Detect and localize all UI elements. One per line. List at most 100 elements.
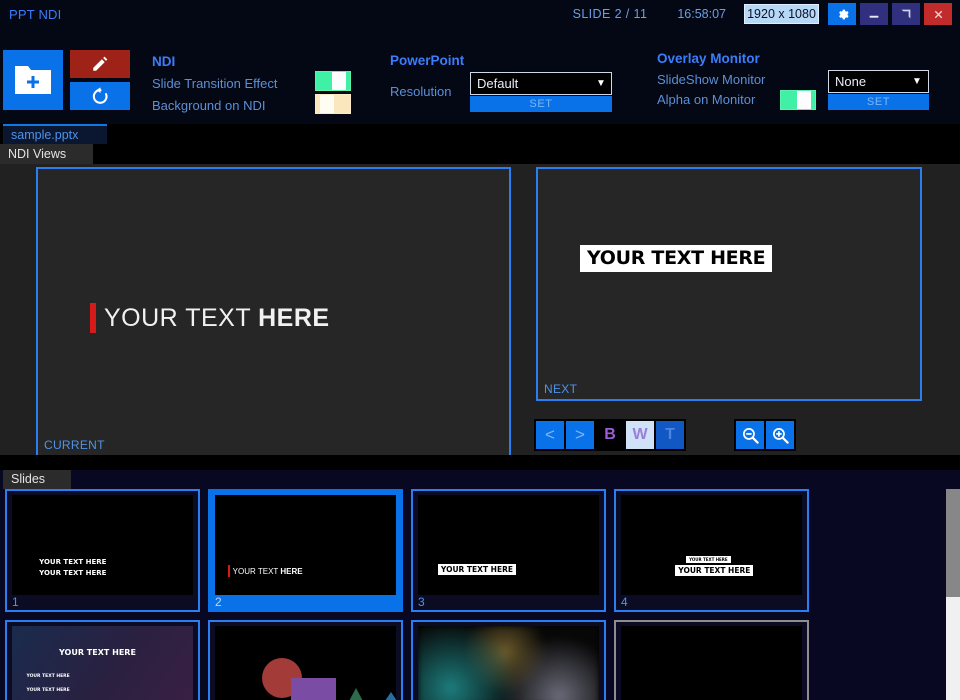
clock: 16:58:07 [677,7,726,21]
main-toolbar: NDI Slide Transition Effect Background o… [0,28,960,124]
reload-button[interactable] [70,82,130,110]
resolution-input[interactable]: 1920 x 1080 [744,4,819,24]
slideshow-monitor-select[interactable]: None [828,70,929,93]
slide-control-group: < > B W T [534,419,686,451]
slide-thumbnail-7[interactable]: YOUR TEXT HERE 7 [411,620,606,700]
black-screen-button[interactable]: B [596,421,624,449]
overlay-group-heading: Overlay Monitor [657,51,760,66]
zoom-control-group [734,419,796,451]
next-slide-text: YOUR TEXT HERE [580,244,773,272]
slide-counter: SLIDE 2 / 11 [572,7,648,21]
slide-text-line1: YOUR TEXT HERE [39,558,107,566]
pencil-icon [93,56,108,71]
slide-bullet-1: YOUR TEXT HERE [26,674,70,679]
background-on-ndi-toggle[interactable] [315,94,351,114]
slide-canvas: YOUR TEXT HERE YOUR TEXT HERE YOUR TEXT … [12,626,193,700]
maximize-icon [901,9,911,19]
tab-sample-pptx[interactable]: sample.pptx [3,124,107,144]
toggle-knob [332,72,346,90]
next-slide-preview[interactable]: YOUR TEXT HERE NEXT [536,167,922,401]
slide-text-normal: YOUR TEXT [232,566,281,576]
slide-text-small: YOUR TEXT HERE [686,556,731,563]
slideshow-monitor-label: SlideShow Monitor [657,72,766,87]
zoom-in-button[interactable] [766,421,794,449]
slide-canvas: YOUR TEXT HERE YOUR TEXT HERE [621,495,802,595]
close-icon [934,10,942,18]
zoom-out-icon [742,427,759,444]
resolution-label: Resolution [390,84,452,99]
slide-bullet-2: YOUR TEXT HERE [26,688,70,693]
shape-triangle-blue [372,692,396,700]
open-file-button[interactable] [3,50,63,110]
slide-text-row: YOUR TEXT HERE [227,565,303,577]
slide-text: YOUR TEXT HERE [437,564,516,575]
resolution-select[interactable]: Default [470,72,612,95]
next-slide-button[interactable]: > [566,421,594,449]
slide-canvas: YOUR TEXT HERE YOUR TEXT HERE [12,495,193,595]
powerpoint-group-heading: PowerPoint [390,53,465,68]
current-preview-tag: CURRENT [44,438,105,452]
maximize-button[interactable] [892,3,920,25]
slide-thumbnail-8[interactable]: HIDDEN SLIDE TEST 8 [614,620,809,700]
panel-divider [0,455,960,470]
close-button[interactable] [924,3,952,25]
slide-thumbnail-3[interactable]: YOUR TEXT HERE 3 [411,489,606,612]
gear-icon [838,9,849,19]
alpha-on-monitor-label: Alpha on Monitor [657,92,756,107]
ndi-views-area: YOUR TEXT HERE CURRENT YOUR TEXT HERE NE… [0,164,960,468]
slide-transition-label: Slide Transition Effect [152,76,278,91]
ndi-group-heading: NDI [152,54,176,69]
accent-bar [90,303,96,334]
slide-text: YOUR TEXT HERE [233,567,303,576]
minimize-button[interactable] [860,3,888,25]
title-bar: PPT NDI SLIDE 2 / 11 16:58:07 1920 x 108… [0,0,960,28]
text-mode-button[interactable]: T [656,421,684,449]
slide-thumbnail-1[interactable]: YOUR TEXT HERE YOUR TEXT HERE 1 [5,489,200,612]
powerpoint-set-button[interactable]: SET [470,96,612,112]
shape-triangle-green [339,688,372,700]
slide-transition-toggle[interactable] [315,71,351,91]
current-slide-content: YOUR TEXT HERE [90,303,330,334]
reload-icon [92,86,108,104]
white-screen-button[interactable]: W [626,421,654,449]
slide-number: 1 [12,595,19,609]
slide-text-bold: HERE [280,566,303,576]
slide-background [215,626,396,700]
zoom-out-button[interactable] [736,421,764,449]
slide-canvas: YOUR TEXT HERE [418,495,599,595]
slide-number: 2 [215,595,222,609]
slide-canvas: YOUR TEXT HERE [418,626,599,700]
folder-plus-icon [15,66,51,94]
slide-canvas: YOUR TEXT HERE [215,495,396,595]
overlay-set-button[interactable]: SET [828,94,929,110]
scrollbar-thumb[interactable] [946,489,960,597]
slide-canvas [215,626,396,700]
current-text-normal: YOUR TEXT [104,303,259,332]
next-preview-tag: NEXT [544,382,578,396]
current-slide-preview[interactable]: YOUR TEXT HERE CURRENT [36,167,511,457]
current-slide-text: YOUR TEXT HERE [104,304,330,333]
shape-rectangle [291,678,337,700]
minimize-icon [869,15,879,18]
slide-thumbnail-4[interactable]: YOUR TEXT HERE YOUR TEXT HERE 4 [614,489,809,612]
previous-slide-button[interactable]: < [536,421,564,449]
alpha-on-monitor-toggle[interactable] [780,90,816,110]
slides-panel: YOUR TEXT HERE YOUR TEXT HERE 1 YOUR TEX… [0,470,960,700]
edit-button[interactable] [70,50,130,78]
slide-title: YOUR TEXT HERE [59,648,136,657]
slide-thumbnail-6[interactable]: 6 [208,620,403,700]
slide-thumbnail-2[interactable]: YOUR TEXT HERE 2 [208,489,403,612]
slide-background [418,626,599,700]
current-text-bold: HERE [258,303,330,332]
tab-ndi-views[interactable]: NDI Views [0,144,93,164]
tab-slides[interactable]: Slides [3,470,71,489]
settings-button[interactable] [828,3,856,25]
slide-thumbnail-5[interactable]: YOUR TEXT HERE YOUR TEXT HERE YOUR TEXT … [5,620,200,700]
accent-bar [227,565,230,577]
zoom-in-icon [772,427,789,444]
slide-number: 4 [621,595,628,609]
slides-scrollbar[interactable] [946,489,960,700]
slides-grid: YOUR TEXT HERE YOUR TEXT HERE 1 YOUR TEX… [5,489,940,700]
background-on-ndi-label: Background on NDI [152,98,266,113]
tab-bar: sample.pptx NDI Views [0,124,960,164]
